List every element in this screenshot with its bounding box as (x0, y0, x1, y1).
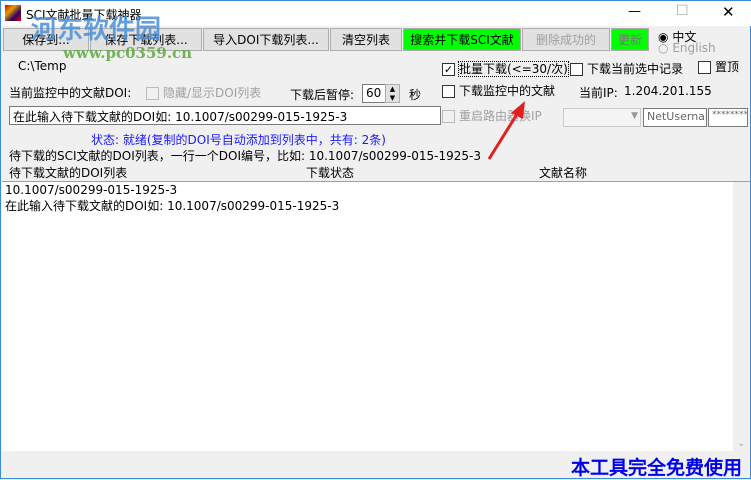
clear-list-button[interactable]: 清空列表 (330, 28, 402, 51)
vertical-scrollbar[interactable]: ⌄ (733, 182, 750, 451)
arrow-annotation-icon (487, 101, 525, 160)
search-download-button[interactable]: 搜索并下载SCI文献 (403, 28, 521, 51)
footer-text: 本工具完全免费使用 (571, 457, 743, 479)
maximize-button[interactable]: ☐ (676, 3, 689, 19)
language-en-label: English (672, 41, 716, 55)
ip-label: 当前IP: (579, 86, 618, 100)
import-doi-list-button[interactable]: 导入DOI下载列表... (203, 28, 329, 51)
delete-success-button[interactable]: 删除成功的 (522, 28, 610, 51)
column-title[interactable]: 文献名称 (539, 164, 587, 181)
checkbox-icon (442, 85, 455, 98)
language-en-radio[interactable]: ○ English (658, 41, 716, 55)
router-select[interactable]: ▼ (563, 108, 641, 127)
list-item: 在此输入待下载文献的DOI如: 10.1007/s00299-015-1925-… (5, 199, 340, 213)
pause-unit: 秒 (409, 88, 422, 102)
close-button[interactable]: ✕ (722, 3, 735, 21)
status-text: 状态: 就绪(复制的DOI号自动添加到列表中，共有: 2条) (91, 133, 386, 147)
download-selected-checkbox[interactable]: 下载当前选中记录 (570, 60, 683, 77)
hint-text: 待下载的SCI文献的DOI列表，一行一个DOI编号，比如: 10.1007/s0… (9, 149, 482, 163)
download-monitor-checkbox[interactable]: 下载监控中的文献 (442, 82, 555, 99)
toggle-doi-list-checkbox[interactable]: 隐藏/显示DOI列表 (146, 84, 261, 101)
minimize-button[interactable]: — (628, 4, 641, 19)
chevron-down-icon: ⌄ (737, 438, 746, 449)
pin-checkbox[interactable]: 置顶 (698, 58, 739, 75)
toggle-doi-list-label: 隐藏/显示DOI列表 (163, 86, 262, 100)
username-input[interactable]: NetUsernam (643, 108, 707, 127)
app-icon (5, 5, 21, 21)
column-status[interactable]: 下载状态 (306, 164, 354, 181)
checkmark-icon: ✓ (442, 63, 455, 76)
update-button[interactable]: 更新 (611, 28, 649, 51)
pin-label: 置顶 (715, 60, 740, 74)
checkbox-icon (698, 61, 711, 74)
pause-input[interactable]: 60 (362, 84, 386, 103)
monitor-label: 当前监控中的文献DOI: (9, 86, 132, 100)
chevron-down-icon: ▼ (631, 111, 638, 121)
doi-list-textarea[interactable]: 10.1007/s00299-015-1925-3 在此输入待下载文献的DOI如… (2, 181, 750, 451)
batch-download-checkbox[interactable]: ✓ 批量下载(<=30/次) (442, 60, 569, 77)
pause-label: 下载后暂停: (290, 88, 355, 102)
password-input[interactable]: ********* (708, 108, 748, 127)
watermark-url: www.pc0359.cn (63, 44, 193, 62)
checkbox-icon (146, 87, 159, 100)
save-path: C:\Temp (18, 59, 67, 73)
doi-input[interactable]: 在此输入待下载文献的DOI如: 10.1007/s00299-015-1925-… (9, 106, 441, 125)
list-item: 10.1007/s00299-015-1925-3 (5, 183, 178, 197)
download-selected-label: 下载当前选中记录 (587, 62, 684, 76)
watermark-logo: 河东软件园 (31, 15, 162, 45)
batch-download-label: 批量下载(<=30/次) (458, 61, 569, 77)
checkbox-icon (442, 110, 455, 123)
ip-value: 1.204.201.155 (624, 84, 712, 98)
radio-empty-icon: ○ (658, 41, 669, 55)
column-doi[interactable]: 待下载文献的DOI列表 (9, 164, 127, 181)
download-monitor-label: 下载监控中的文献 (459, 84, 556, 98)
checkbox-icon (570, 63, 583, 76)
pause-spinner[interactable]: ▲ ▼ (385, 84, 400, 103)
